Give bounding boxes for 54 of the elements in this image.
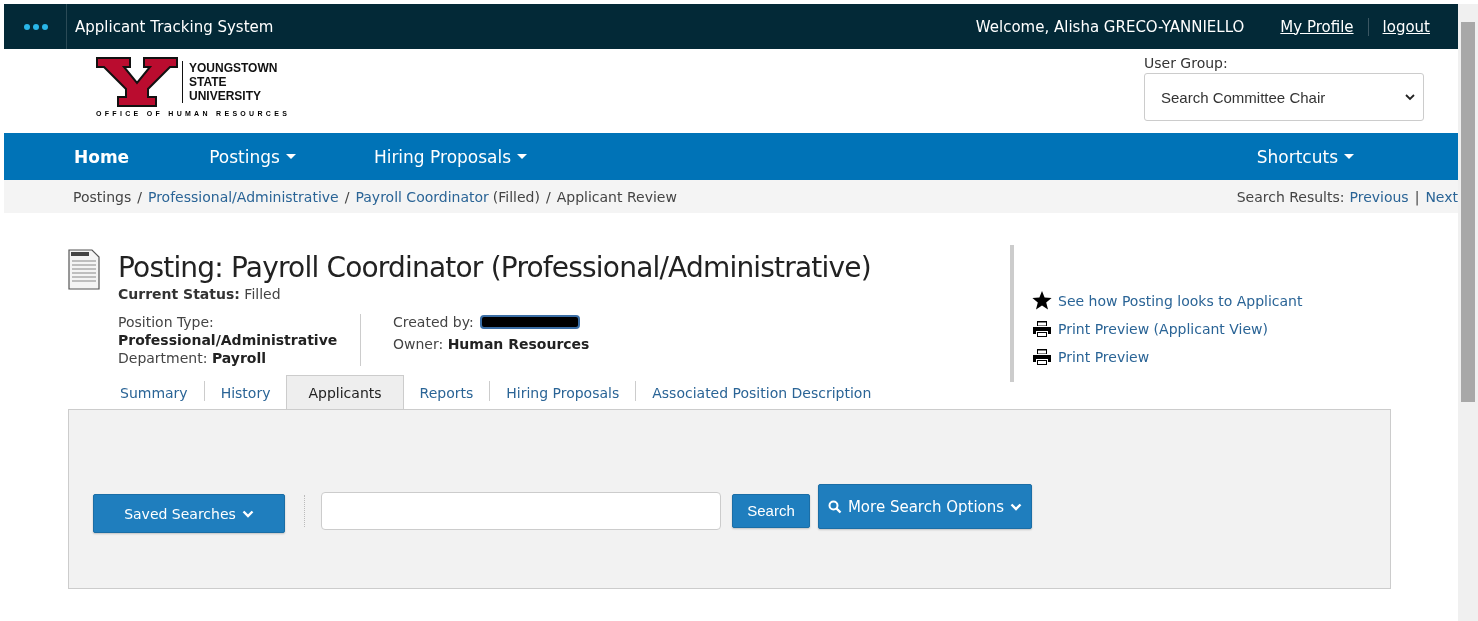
position-type-value: Professional/Administrative [118, 332, 339, 348]
scrollbar[interactable] [1458, 4, 1478, 621]
previous-link[interactable]: Previous [1349, 188, 1409, 205]
breadcrumb-link[interactable]: Professional/Administrative [147, 188, 339, 205]
tab[interactable]: History [204, 377, 287, 409]
chevron-down-icon [1405, 93, 1415, 101]
search-button[interactable]: Search [732, 493, 810, 528]
action-link[interactable]: Print Preview (Applicant View) [1058, 321, 1268, 337]
action-link[interactable]: See how Posting looks to Applicant [1058, 292, 1303, 309]
search-results-label: Search Results: [1236, 188, 1345, 205]
breadcrumb-status: (Filled) [492, 188, 540, 205]
y-logo-icon [96, 57, 178, 107]
printer-icon [1032, 320, 1052, 338]
logo-text: YOUNGSTOWN [189, 61, 278, 75]
tab[interactable]: Applicants [286, 375, 404, 409]
chevron-down-icon [1010, 502, 1023, 511]
status-text: Current Status: Filled [118, 286, 282, 302]
chevron-down-icon [241, 509, 254, 518]
position-type-label: Position Type: [118, 314, 215, 330]
nav-item[interactable]: Hiring Proposals [373, 146, 528, 167]
action-link[interactable]: Print Preview [1058, 349, 1150, 365]
nav-item[interactable]: Home [74, 146, 130, 167]
search-icon [827, 499, 842, 514]
breadcrumb-separator: / [344, 188, 350, 205]
printer-icon [1032, 348, 1052, 366]
saved-searches-button[interactable]: Saved Searches [93, 494, 285, 533]
caret-icon [1344, 154, 1354, 159]
logo-text: STATE [189, 75, 228, 89]
tab[interactable]: Hiring Proposals [490, 377, 636, 409]
department-text: Department: Payroll [118, 350, 268, 366]
separator: | [1414, 188, 1420, 205]
more-search-options-button[interactable]: More Search Options [818, 484, 1032, 529]
user-group-label: User Group: [1144, 55, 1229, 71]
logo-text: UNIVERSITY [189, 89, 262, 103]
tab[interactable]: Associated Position Description [636, 377, 888, 409]
breadcrumb-separator: / [137, 188, 142, 205]
breadcrumb-separator: / [546, 188, 551, 205]
welcome-text: Welcome, Alisha GRECO-YANNIELLO [975, 17, 1245, 36]
shortcuts-menu[interactable]: Shortcuts [1256, 146, 1354, 167]
owner-text: Owner: Human Resources [393, 336, 590, 352]
breadcrumb-text: Applicant Review [556, 188, 677, 205]
breadcrumb-link[interactable]: Payroll Coordinator [355, 188, 489, 205]
posting-title: Posting: Payroll Coordinator (Professional/Administrative) [118, 251, 871, 284]
created-by-label: Created by: [393, 314, 474, 330]
tab[interactable]: Summary [104, 377, 204, 409]
user-group-select[interactable]: Search Committee Chair [1144, 73, 1424, 121]
tab[interactable]: Reports [403, 377, 490, 409]
search-field[interactable] [321, 491, 721, 530]
header-link[interactable]: My Profile [1266, 17, 1368, 36]
next-link[interactable]: Next [1425, 188, 1458, 205]
nav-item[interactable]: Postings [209, 146, 296, 167]
breadcrumb-text: Postings [73, 188, 132, 205]
star-icon [1032, 291, 1052, 310]
app-title: Applicant Tracking System [74, 17, 274, 36]
